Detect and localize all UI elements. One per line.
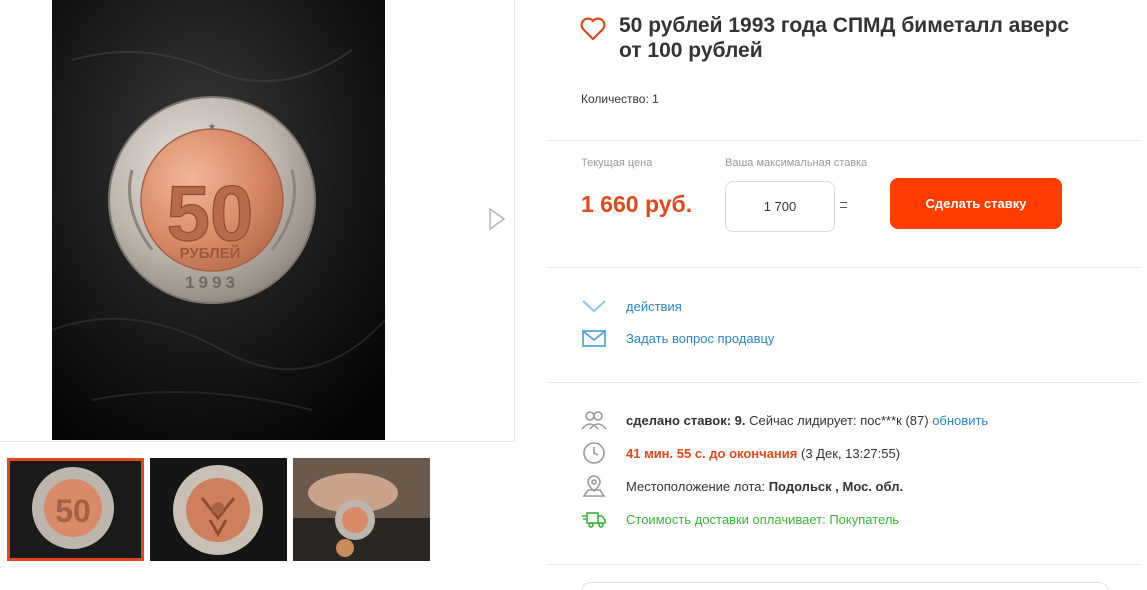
thumbnail-2[interactable] (150, 458, 287, 561)
lot-title: 50 рублей 1993 года СПМД биметалл аверс … (619, 14, 1070, 62)
quantity-label: Количество: (581, 92, 649, 106)
divider (547, 564, 1141, 565)
heart-icon[interactable] (580, 17, 606, 41)
location-row: Местоположение лота: Подольск , Мос. обл… (581, 473, 903, 499)
max-bid-input[interactable] (725, 181, 835, 232)
next-arrow-icon[interactable] (486, 206, 508, 232)
quantity-value: 1 (652, 92, 659, 106)
svg-text:1993: 1993 (185, 273, 239, 292)
refresh-link[interactable]: обновить (932, 413, 988, 428)
thumbnail-strip: 50 (7, 458, 430, 561)
divider (547, 267, 1141, 268)
actions-toggle[interactable]: действия (581, 296, 682, 316)
bids-row: сделано ставок: 9. Сейчас лидирует: пос*… (581, 407, 988, 433)
delivery-row: Стоимость доставки оплачивает: Покупател… (581, 506, 899, 532)
ask-seller-link[interactable]: Задать вопрос продавцу (581, 328, 774, 348)
chevron-down-icon (581, 296, 607, 316)
main-photo[interactable]: 50 РУБЛЕЙ 1993 ★ (52, 0, 385, 440)
svg-text:★: ★ (208, 122, 217, 133)
svg-text:50: 50 (55, 493, 91, 529)
expand-icon[interactable] (457, 16, 495, 54)
place-bid-button[interactable]: Сделать ставку (890, 178, 1062, 229)
delivery-truck-icon (581, 506, 607, 532)
current-price-label: Текущая цена (581, 157, 653, 169)
time-left: 41 мин. 55 с. до окончания (626, 445, 798, 461)
main-photo-frame: 50 РУБЛЕЙ 1993 ★ (0, 0, 515, 442)
thumbnail-1[interactable]: 50 (7, 458, 144, 561)
quantity: Количество: 1 (581, 92, 659, 106)
location-pin-icon (581, 473, 607, 499)
leader-text: Сейчас лидирует: пос***к (87) (749, 412, 929, 428)
divider (547, 382, 1141, 383)
thumbnail-3[interactable] (293, 458, 430, 561)
bids-count: сделано ставок: 9. (626, 412, 746, 428)
actions-label: действия (626, 298, 682, 314)
envelope-icon (581, 328, 607, 348)
current-price: 1 660 руб. (581, 191, 693, 217)
delivery-text: Стоимость доставки оплачивает: Покупател… (626, 511, 900, 527)
clock-icon (581, 440, 607, 466)
max-bid-label: Ваша максимальная ставка (725, 157, 868, 169)
bottom-panel (581, 582, 1109, 590)
time-row: 41 мин. 55 с. до окончания (3 Дек, 13:27… (581, 440, 900, 466)
users-icon (581, 407, 607, 433)
svg-text:РУБЛЕЙ: РУБЛЕЙ (180, 244, 241, 262)
divider (547, 140, 1141, 141)
ask-seller-label: Задать вопрос продавцу (626, 330, 775, 346)
location-value: Подольск , Мос. обл. (768, 478, 904, 494)
end-date: (3 Дек, 13:27:55) (801, 445, 901, 461)
svg-text:50: 50 (167, 169, 254, 257)
location-label: Местоположение лота: (626, 478, 766, 494)
bid-stepper[interactable] (840, 202, 848, 212)
